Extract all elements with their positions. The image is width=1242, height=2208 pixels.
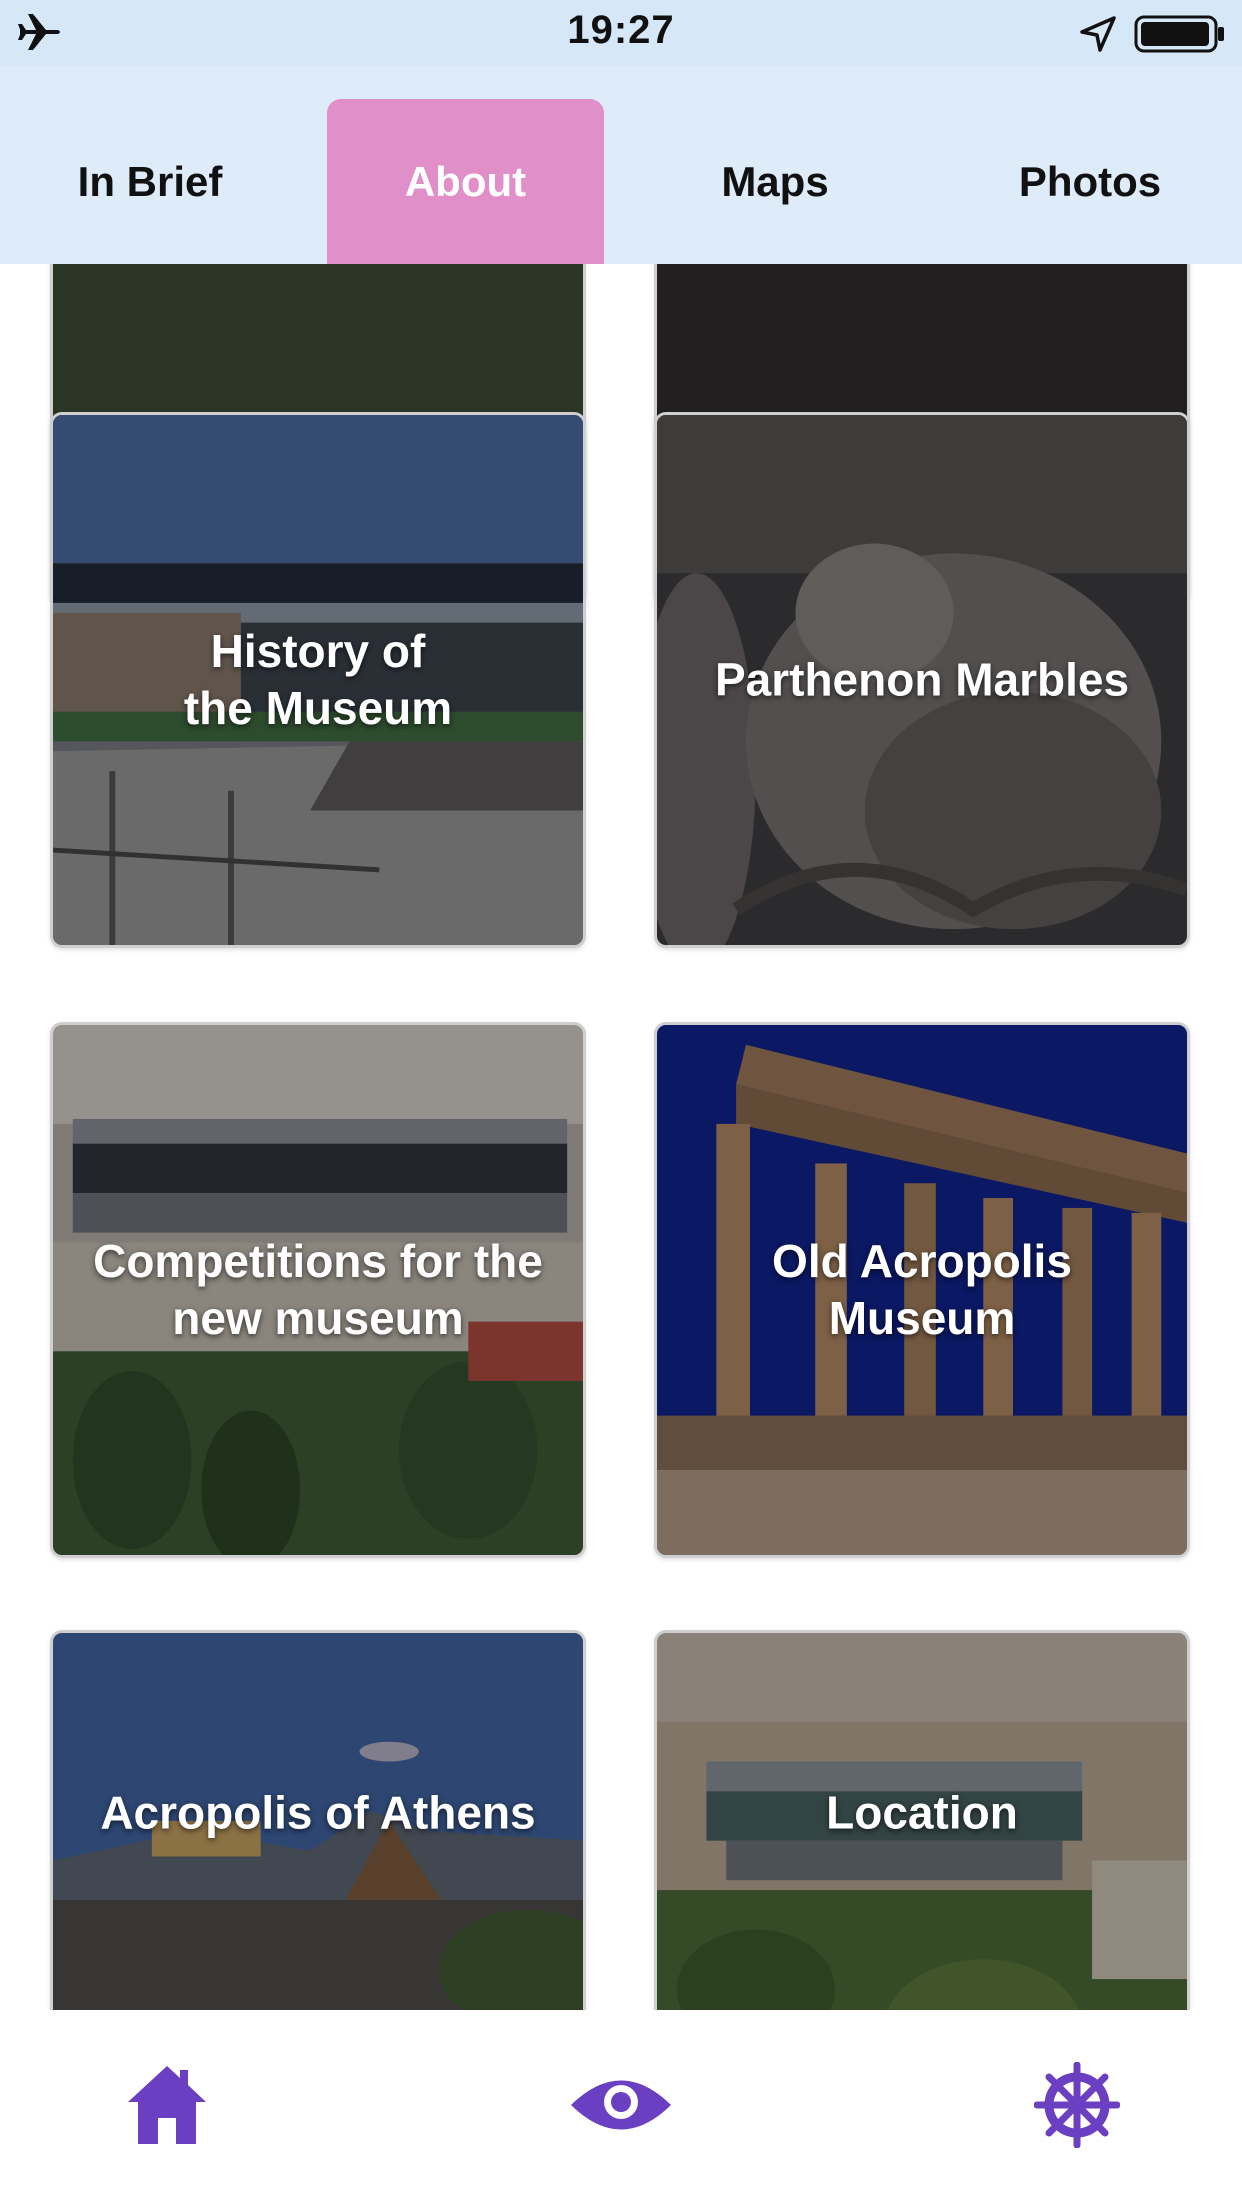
tab-about[interactable]: About bbox=[327, 99, 604, 264]
ship-wheel-icon bbox=[1034, 2062, 1120, 2148]
about-grid: History of the Museum Parthenon Marbles bbox=[0, 264, 1242, 2010]
battery-icon bbox=[1134, 15, 1224, 53]
status-time: 19:27 bbox=[567, 8, 675, 52]
location-arrow-icon bbox=[1080, 16, 1116, 52]
tab-photos[interactable]: Photos bbox=[960, 66, 1220, 264]
eye-button[interactable] bbox=[566, 2050, 676, 2160]
card-parthenon-marbles[interactable]: Parthenon Marbles bbox=[654, 412, 1190, 948]
card-competitions-for-the-new-museum[interactable]: Competitions for the new museum bbox=[50, 1022, 586, 1558]
home-icon bbox=[128, 2066, 206, 2144]
settings-button[interactable] bbox=[1022, 2050, 1132, 2160]
card-old-acropolis-museum[interactable]: Old Acropolis Museum bbox=[654, 1022, 1190, 1558]
card-label: Old Acropolis Museum bbox=[772, 1234, 1072, 1344]
home-button[interactable] bbox=[112, 2050, 222, 2160]
card-history-of-the-museum[interactable]: History of the Museum bbox=[50, 412, 586, 948]
card-label: Parthenon Marbles bbox=[714, 653, 1130, 706]
card-acropolis-of-athens[interactable]: Acropolis of Athens bbox=[50, 1630, 586, 2010]
card-location[interactable]: Location bbox=[654, 1630, 1190, 2010]
tab-in-brief[interactable]: In Brief bbox=[30, 66, 270, 264]
card-label: History of the Museum bbox=[183, 624, 453, 734]
tab-maps[interactable]: Maps bbox=[660, 66, 890, 264]
tab-bar: In Brief About Maps Photos bbox=[0, 66, 1242, 264]
card-label: Competitions for the new museum bbox=[93, 1234, 543, 1344]
bottom-navigation bbox=[0, 2010, 1242, 2208]
status-bar: 19:27 bbox=[0, 0, 1242, 66]
card-label: Location bbox=[826, 1786, 1018, 1839]
card-label: Acropolis of Athens bbox=[100, 1786, 536, 1839]
eye-icon bbox=[571, 2080, 671, 2130]
